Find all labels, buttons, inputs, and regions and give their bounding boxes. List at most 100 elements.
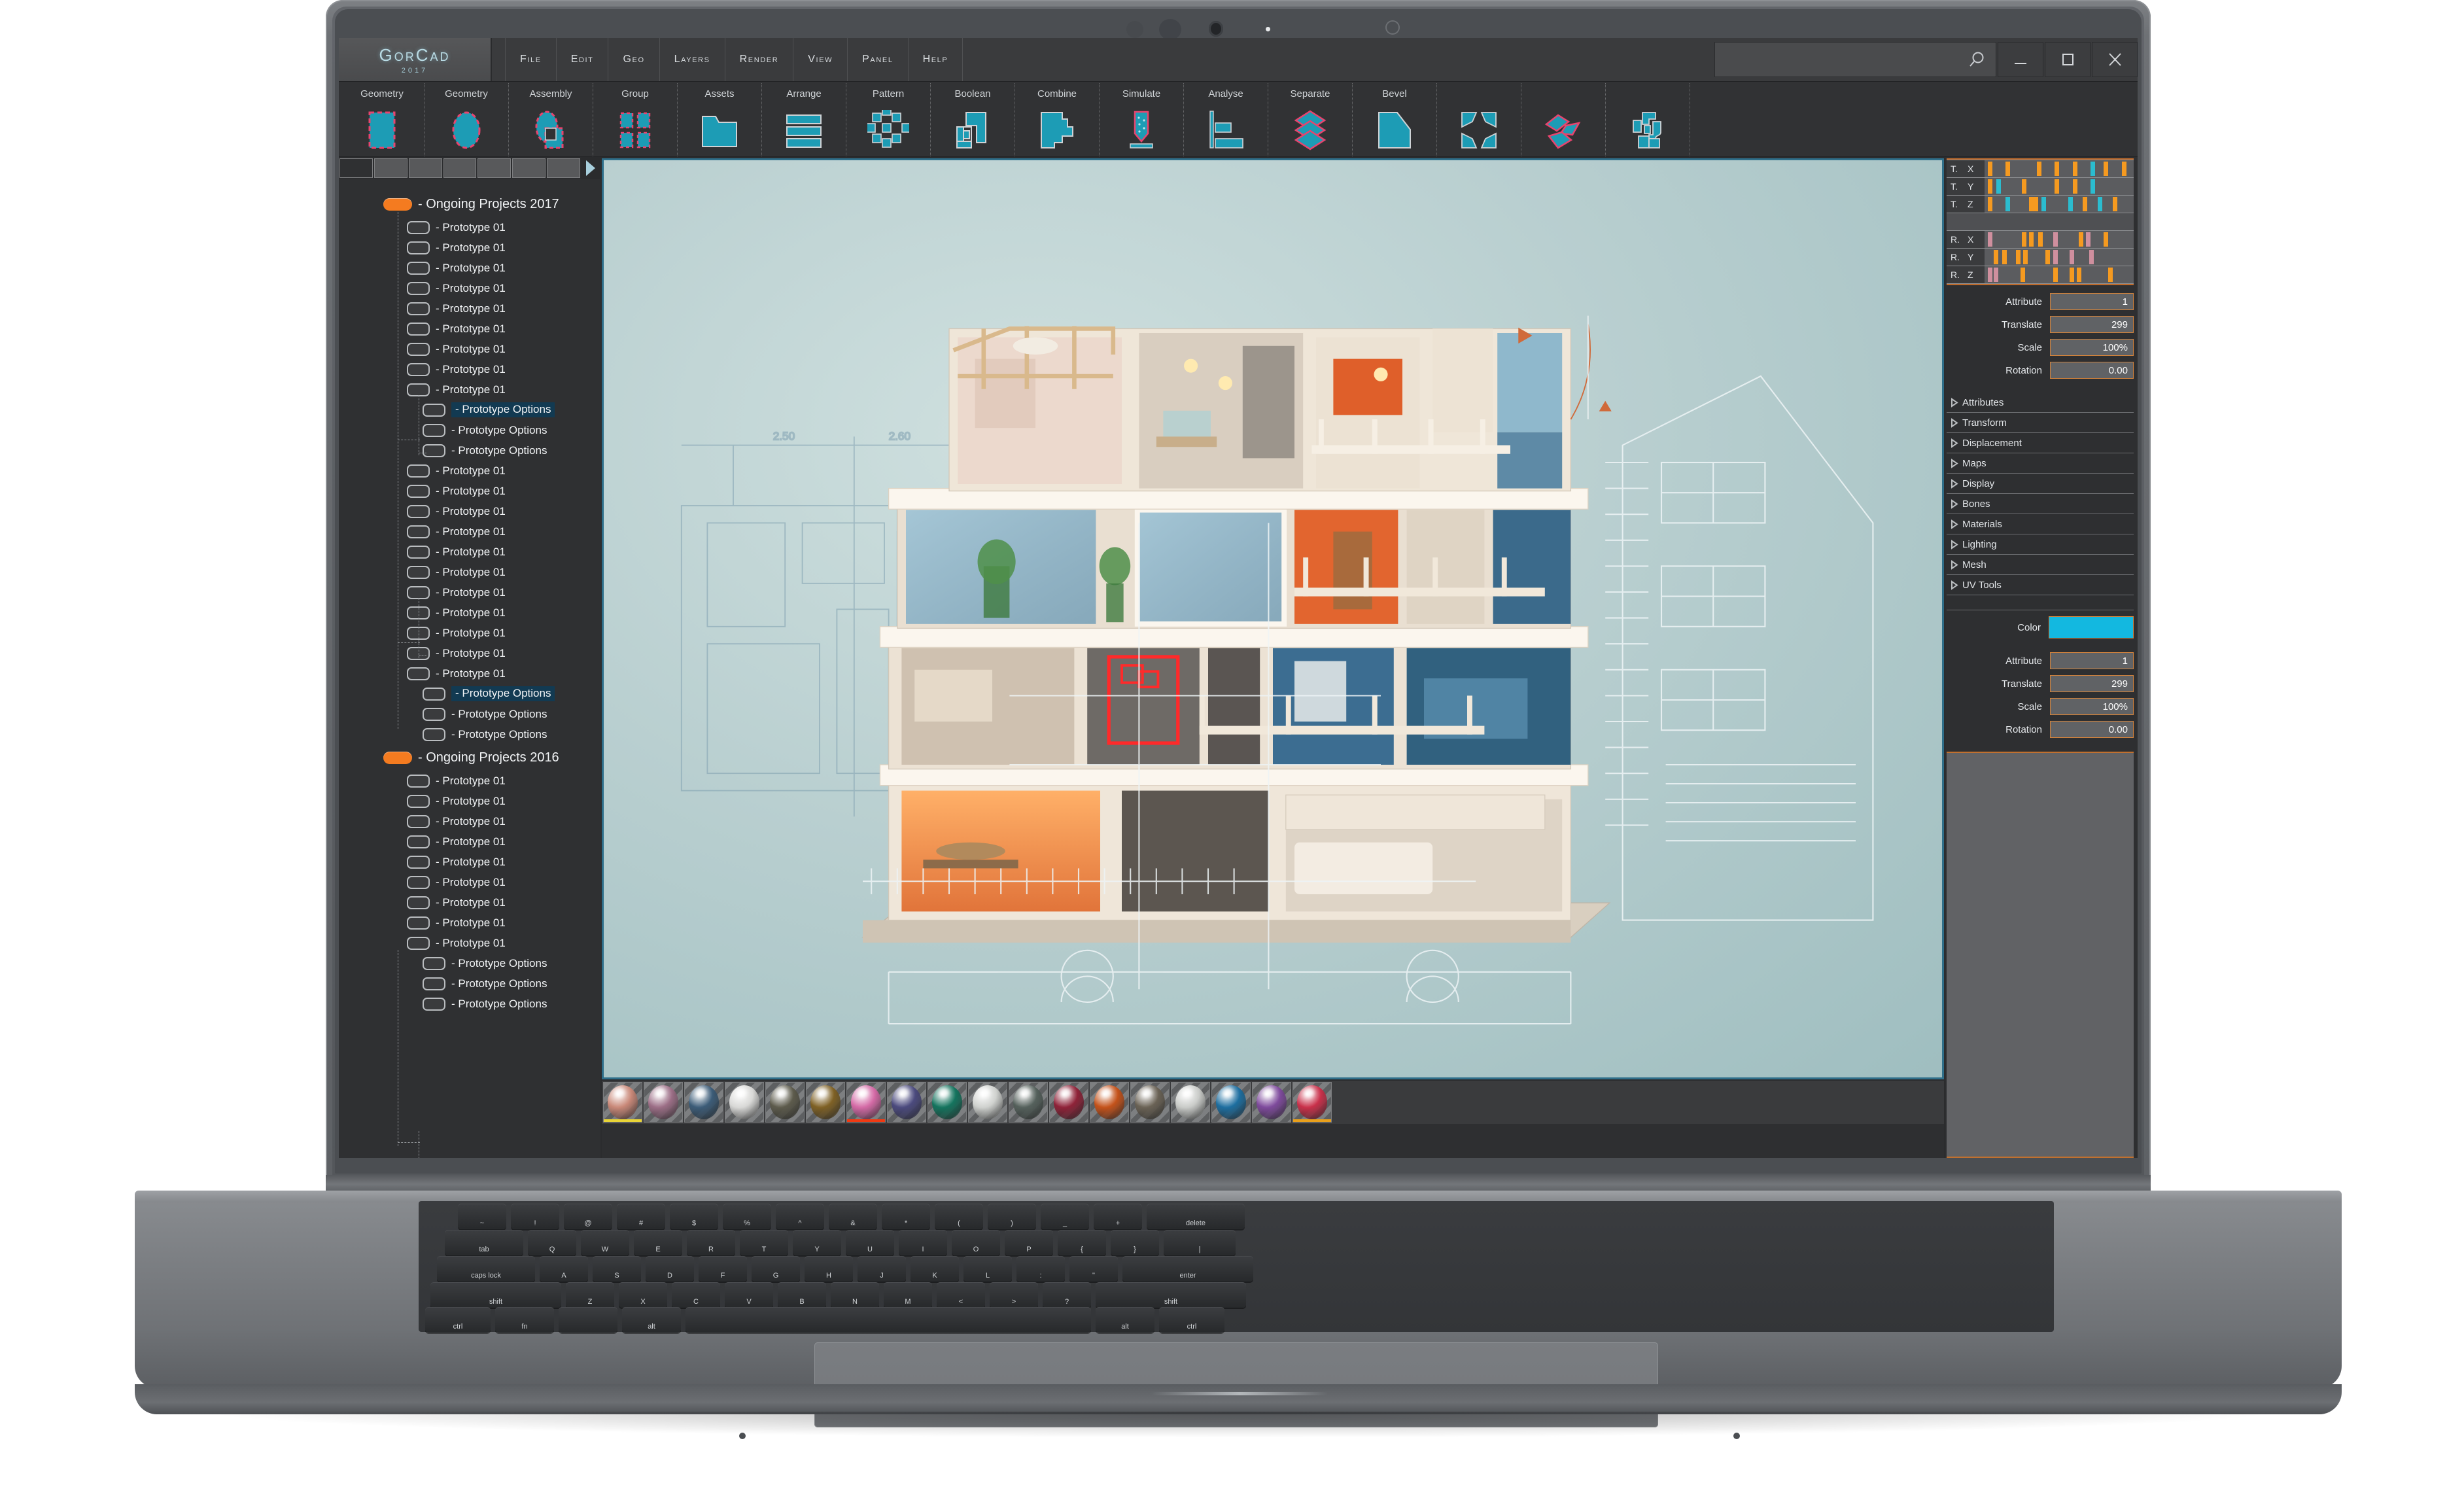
keyframe-marker[interactable] [2121, 162, 2126, 176]
material-swatch-bar[interactable] [602, 1081, 1944, 1124]
keyboard-key[interactable]: T [740, 1230, 788, 1255]
tree-item-row[interactable]: - Prototype Options [339, 724, 600, 744]
material-swatch[interactable] [725, 1082, 764, 1123]
accordion-row[interactable]: Display [1947, 474, 2134, 494]
orange-chip[interactable] [383, 198, 412, 211]
tree-item-checkbox[interactable] [407, 464, 430, 478]
material-swatch[interactable] [603, 1082, 642, 1123]
keyframe-marker[interactable] [2015, 250, 2021, 264]
keyboard-key[interactable]: A [540, 1256, 588, 1282]
keyframe-marker[interactable] [2090, 179, 2095, 194]
tool-boolean[interactable]: Boolean [931, 83, 1015, 156]
search-input[interactable] [1714, 42, 1996, 77]
keyboard-key[interactable]: O [952, 1230, 1000, 1255]
accordion-row[interactable]: UV Tools [1947, 575, 2134, 595]
tool-geometry-ellipse[interactable]: Geometry [425, 83, 509, 156]
keyframe-marker[interactable] [1987, 179, 1992, 194]
accordion-row[interactable]: Attributes [1947, 392, 2134, 413]
tool-combine[interactable]: Combine [1015, 83, 1100, 156]
keyboard-key[interactable]: tab [445, 1230, 523, 1255]
keyboard-key[interactable]: U [846, 1230, 894, 1255]
keyframe-marker[interactable] [2108, 268, 2113, 282]
tree-item-row[interactable]: - Prototype 01 [339, 521, 600, 542]
tree-tab-2[interactable] [373, 158, 408, 178]
tree-tab-3[interactable] [408, 158, 442, 178]
keyboard-key[interactable]: ) [988, 1204, 1036, 1229]
menu-item-layers[interactable]: Layers [660, 38, 725, 81]
tree-item-row[interactable]: - Prototype 01 [339, 258, 600, 278]
accordion-row[interactable]: Materials [1947, 514, 2134, 534]
keyboard-key[interactable]: W [581, 1230, 629, 1255]
tree-item-row[interactable]: - Prototype 01 [339, 872, 600, 892]
keyboard-key[interactable]: E [634, 1230, 682, 1255]
tree-tab-6[interactable] [512, 158, 546, 178]
keyframe-marker[interactable] [2034, 197, 2039, 211]
tree-item-checkbox[interactable] [407, 220, 430, 234]
maximize-button[interactable] [2045, 42, 2091, 77]
keyboard-key[interactable]: alt [622, 1307, 681, 1333]
tree-item-row[interactable]: - Prototype 01 [339, 542, 600, 562]
material-swatch[interactable] [1009, 1082, 1048, 1123]
tree-item-row[interactable]: - Prototype 01 [339, 663, 600, 684]
tree-item-row[interactable]: - Prototype 01 [339, 852, 600, 872]
transform-field-input[interactable]: 100% [2050, 698, 2134, 715]
tree-item-checkbox[interactable] [407, 855, 430, 869]
tree-item-row[interactable]: - Prototype Options [339, 704, 600, 724]
render-viewport[interactable]: 2.50 2.60 [602, 158, 1944, 1079]
keyboard-key[interactable]: P [1005, 1230, 1053, 1255]
material-swatch[interactable] [1211, 1082, 1251, 1123]
keyboard-key[interactable]: $ [670, 1204, 718, 1229]
track-lane[interactable] [1985, 266, 2134, 283]
transform-field-input[interactable]: 1 [2050, 293, 2134, 310]
transform-field-input[interactable]: 299 [2050, 675, 2134, 692]
material-swatch[interactable] [1171, 1082, 1210, 1123]
tree-item-checkbox[interactable] [407, 362, 430, 376]
tree-item-row[interactable]: - Prototype 01 [339, 237, 600, 258]
keyframe-marker[interactable] [1987, 268, 1992, 282]
tree-item-row[interactable]: - Prototype 01 [339, 623, 600, 643]
tree-item-checkbox[interactable] [423, 687, 445, 701]
material-swatch[interactable] [1252, 1082, 1291, 1123]
keyframe-marker[interactable] [1987, 162, 1992, 176]
tree-item-row[interactable]: - Prototype 01 [339, 501, 600, 521]
keyboard-key[interactable]: F [699, 1256, 747, 1282]
keyboard-key[interactable]: ^ [776, 1204, 824, 1229]
keyboard-key[interactable]: < [937, 1282, 985, 1308]
tree-item-row[interactable]: - Prototype 01 [339, 339, 600, 359]
track-lane[interactable] [1985, 249, 2134, 266]
menu-item-geo[interactable]: Geo [608, 38, 660, 81]
tool-geometry-rect[interactable]: Geometry [340, 83, 425, 156]
accordion-row[interactable]: Bones [1947, 494, 2134, 514]
tree-item-row[interactable]: - Prototype Options [339, 953, 600, 973]
keyframe-track-row[interactable]: R. Y [1947, 249, 2134, 266]
keyframe-marker[interactable] [2077, 268, 2082, 282]
tree-item-checkbox[interactable] [407, 383, 430, 396]
tree-item-checkbox[interactable] [423, 444, 445, 457]
keyboard-key[interactable]: ! [511, 1204, 559, 1229]
keyframe-marker[interactable] [2053, 268, 2058, 282]
tree-item-row[interactable]: - Prototype 01 [339, 933, 600, 953]
material-swatch[interactable] [644, 1082, 683, 1123]
tree-item-row[interactable]: - Prototype Options [339, 973, 600, 994]
tree-item-row[interactable]: - Prototype Options [339, 684, 600, 704]
keyframe-marker[interactable] [2020, 268, 2025, 282]
tree-item-row[interactable]: - Prototype 01 [339, 582, 600, 602]
keyframe-marker[interactable] [2053, 250, 2058, 264]
tree-item-checkbox[interactable] [423, 997, 445, 1011]
accordion-row[interactable]: Lighting [1947, 534, 2134, 555]
material-swatch[interactable] [684, 1082, 723, 1123]
tree-item-checkbox[interactable] [407, 896, 430, 909]
keyboard-key[interactable]: ? [1043, 1282, 1091, 1308]
keyboard-key[interactable]: M [884, 1282, 932, 1308]
keyboard-key[interactable]: + [1094, 1204, 1142, 1229]
keyboard-key[interactable]: S [593, 1256, 641, 1282]
keyframe-marker[interactable] [2045, 250, 2051, 264]
tree-item-checkbox[interactable] [407, 875, 430, 889]
keyframe-marker[interactable] [2055, 162, 2060, 176]
keyboard-key[interactable]: _ [1041, 1204, 1089, 1229]
keyboard-key[interactable]: * [882, 1204, 930, 1229]
keyframe-marker[interactable] [2023, 250, 2028, 264]
keyboard-key[interactable]: K [911, 1256, 959, 1282]
tree-item-row[interactable]: - Prototype 01 [339, 481, 600, 501]
tree-item-checkbox[interactable] [407, 565, 430, 579]
